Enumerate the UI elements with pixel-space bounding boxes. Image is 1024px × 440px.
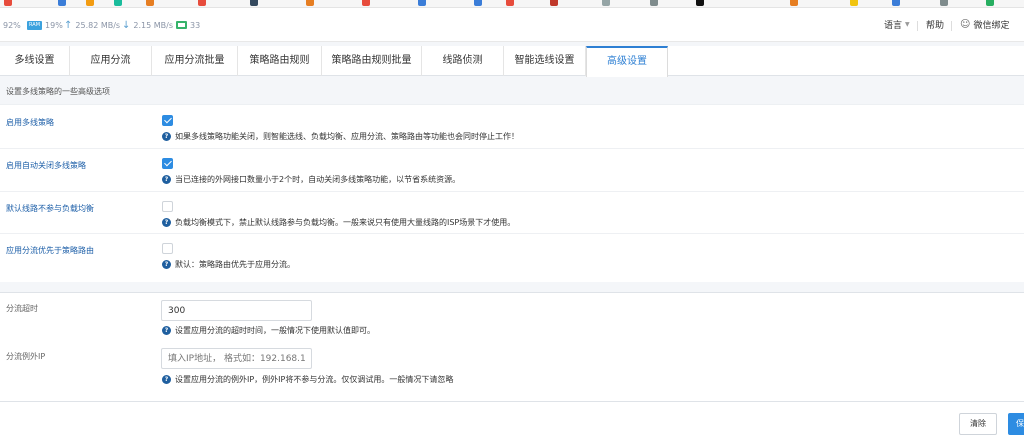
exception-ip-input[interactable] (161, 348, 312, 369)
tab-bar: 多线设置 应用分流 应用分流批量 策略路由规则 策略路由规则批量 线路侦测 智能… (0, 46, 1024, 77)
help-circle-icon: ? (162, 218, 171, 227)
timeout-label: 分流超时 (6, 304, 38, 313)
upload-arrow-icon: ↑ (64, 19, 73, 31)
cpu-usage: 92% (3, 19, 21, 31)
setting-row: 启用多线策略 ? 如果多线策略功能关闭，则智能选线、负载均衡、应用分流、策略路由… (0, 105, 1024, 149)
setting-label: 启用自动关闭多线策略 (6, 161, 86, 170)
language-menu[interactable]: 语言 ▼ (884, 17, 910, 31)
bookmarks-bar (0, 0, 1024, 8)
exception-ip-label: 分流例外IP (6, 352, 46, 361)
wechat-icon: ☺ (960, 18, 971, 30)
app-split-priority-checkbox[interactable] (162, 243, 173, 254)
bookmark-item[interactable] (550, 0, 558, 6)
bookmark-item[interactable] (86, 0, 94, 6)
clear-button[interactable]: 清除 (959, 413, 997, 435)
bookmark-item[interactable] (790, 0, 798, 6)
timeout-input[interactable] (161, 300, 312, 321)
cpu-value: 92% (3, 20, 21, 30)
divider (951, 21, 952, 31)
bookmark-item[interactable] (362, 0, 370, 6)
auto-disable-multiline-checkbox[interactable] (162, 158, 173, 169)
tab-line-detection[interactable]: 线路侦测 (422, 46, 504, 76)
ram-usage: RAM 19% (27, 19, 63, 31)
monitor-icon (176, 21, 187, 29)
bookmark-item[interactable] (506, 0, 514, 6)
split-settings-panel: 分流超时 ? 设置应用分流的超时时间，一般情况下使用默认值即可。 分流例外IP … (0, 292, 1024, 402)
devices-value: 33 (190, 20, 201, 30)
help-circle-icon: ? (162, 260, 171, 269)
setting-row: 默认线路不参与负载均衡 ? 负载均衡模式下，禁止默认线路参与负载均衡。一般来说只… (0, 192, 1024, 234)
wechat-bind-link[interactable]: ☺ 微信绑定 (960, 17, 1009, 31)
setting-row: 启用自动关闭多线策略 ? 当已连接的外网接口数量小于2个时，自动关闭多线策略功能… (0, 149, 1024, 192)
help-link[interactable]: 帮助 (926, 17, 944, 31)
upload-value: 25.82 MB/s (75, 20, 121, 30)
connected-devices: 33 (176, 19, 200, 31)
default-line-no-balance-checkbox[interactable] (162, 201, 173, 212)
page-description: 设置多线策略的一些高级选项 (6, 87, 110, 96)
chevron-down-icon: ▼ (905, 20, 910, 28)
setting-hint: ? 默认：策略路由优先于应用分流。 (162, 259, 295, 270)
bookmark-item[interactable] (474, 0, 482, 6)
tab-advanced-settings[interactable]: 高级设置 (586, 46, 668, 77)
bookmark-item[interactable] (602, 0, 610, 6)
bookmark-item[interactable] (198, 0, 206, 6)
setting-label: 启用多线策略 (6, 118, 54, 127)
setting-label: 应用分流优先于策略路由 (6, 246, 94, 255)
bookmark-item[interactable] (4, 0, 12, 6)
help-circle-icon: ? (162, 132, 171, 141)
setting-hint: ? 当已连接的外网接口数量小于2个时，自动关闭多线策略功能，以节省系统资源。 (162, 174, 460, 185)
bookmark-item[interactable] (850, 0, 858, 6)
help-circle-icon: ? (162, 375, 171, 384)
tab-app-split-batch[interactable]: 应用分流批量 (152, 46, 238, 76)
download-speed: ↓ 2.15 MB/s (122, 19, 173, 31)
language-label: 语言 (884, 20, 903, 31)
timeout-hint: ? 设置应用分流的超时时间，一般情况下使用默认值即可。 (162, 325, 375, 336)
bookmark-item[interactable] (114, 0, 122, 6)
hint-text: 当已连接的外网接口数量小于2个时，自动关闭多线策略功能，以节省系统资源。 (175, 175, 461, 184)
bookmark-item[interactable] (986, 0, 994, 6)
hint-text: 如果多线策略功能关闭，则智能选线、负载均衡、应用分流、策略路由等功能也会同时停止… (175, 132, 519, 141)
status-bar: 92% RAM 19% ↑ 25.82 MB/s ↓ 2.15 MB/s 33 … (0, 8, 1024, 42)
save-button[interactable]: 保存 (1008, 413, 1024, 435)
hint-text: 设置应用分流的超时时间，一般情况下使用默认值即可。 (175, 326, 375, 335)
divider (917, 21, 918, 31)
tab-policy-route-rules-batch[interactable]: 策略路由规则批量 (322, 46, 422, 76)
settings-panel: 启用多线策略 ? 如果多线策略功能关闭，则智能选线、负载均衡、应用分流、策略路由… (0, 104, 1024, 282)
bookmark-item[interactable] (650, 0, 658, 6)
exception-ip-hint: ? 设置应用分流的例外IP，例外IP将不参与分流。仅仅调试用。一般情况下请忽略 (162, 374, 453, 385)
download-value: 2.15 MB/s (133, 20, 173, 30)
bookmark-item[interactable] (892, 0, 900, 6)
tab-multiline-settings[interactable]: 多线设置 (0, 46, 70, 76)
help-circle-icon: ? (162, 326, 171, 335)
bookmark-item[interactable] (250, 0, 258, 6)
setting-hint: ? 负载均衡模式下，禁止默认线路参与负载均衡。一般来说只有使用大量线路的ISP场… (162, 217, 515, 228)
setting-label: 默认线路不参与负载均衡 (6, 204, 94, 213)
ram-badge: RAM (27, 20, 43, 30)
hint-text: 设置应用分流的例外IP，例外IP将不参与分流。仅仅调试用。一般情况下请忽略 (175, 375, 454, 384)
help-label: 帮助 (926, 20, 945, 31)
action-bar (0, 402, 1024, 440)
setting-row: 应用分流优先于策略路由 ? 默认：策略路由优先于应用分流。 (0, 234, 1024, 283)
ram-value: 19% (45, 20, 63, 30)
download-arrow-icon: ↓ (122, 19, 131, 31)
tab-app-split[interactable]: 应用分流 (70, 46, 152, 76)
tab-policy-route-rules[interactable]: 策略路由规则 (238, 46, 322, 76)
hint-text: 默认：策略路由优先于应用分流。 (175, 260, 295, 269)
bookmark-item[interactable] (696, 0, 704, 6)
enable-multiline-checkbox[interactable] (162, 115, 173, 126)
bookmark-item[interactable] (58, 0, 66, 6)
setting-hint: ? 如果多线策略功能关闭，则智能选线、负载均衡、应用分流、策略路由等功能也会同时… (162, 131, 519, 142)
bookmark-item[interactable] (146, 0, 154, 6)
tab-smart-line-select[interactable]: 智能选线设置 (504, 46, 586, 76)
help-circle-icon: ? (162, 175, 171, 184)
bookmark-item[interactable] (940, 0, 948, 6)
upload-speed: ↑ 25.82 MB/s (64, 19, 120, 31)
bookmark-item[interactable] (306, 0, 314, 6)
bookmark-item[interactable] (418, 0, 426, 6)
hint-text: 负载均衡模式下，禁止默认线路参与负载均衡。一般来说只有使用大量线路的ISP场景下… (175, 218, 516, 227)
wechat-bind-label: 微信绑定 (973, 20, 1010, 31)
